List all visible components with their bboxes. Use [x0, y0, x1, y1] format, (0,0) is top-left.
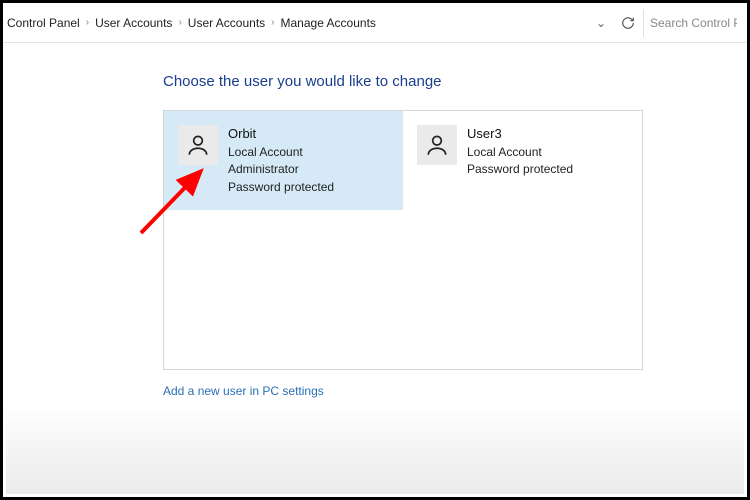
page-title: Choose the user you would like to change: [163, 73, 747, 90]
chevron-right-icon: ›: [271, 17, 274, 28]
add-user-link[interactable]: Add a new user in PC settings: [163, 384, 324, 398]
accounts-list: Orbit Local Account Administrator Passwo…: [163, 110, 643, 370]
main-content: Choose the user you would like to change…: [3, 43, 747, 400]
account-type: Local Account: [467, 144, 573, 161]
bottom-fade: [6, 404, 744, 494]
search-box[interactable]: [643, 9, 743, 37]
avatar: [178, 125, 218, 165]
account-tile-selected[interactable]: Orbit Local Account Administrator Passwo…: [164, 111, 403, 210]
refresh-icon[interactable]: [619, 14, 637, 32]
account-role: Administrator: [228, 161, 334, 178]
account-details: User3 Local Account Password protected: [467, 125, 573, 179]
chevron-down-icon[interactable]: ⌄: [593, 16, 609, 30]
account-tile[interactable]: User3 Local Account Password protected: [403, 111, 642, 193]
breadcrumb-item[interactable]: Manage Accounts: [281, 16, 376, 30]
nav-controls: ⌄: [593, 14, 637, 32]
account-name: User3: [467, 125, 573, 144]
user-icon: [424, 132, 450, 158]
chevron-right-icon: ›: [178, 17, 181, 28]
breadcrumb-item[interactable]: User Accounts: [188, 16, 265, 30]
address-bar: Control Panel › User Accounts › User Acc…: [3, 3, 747, 43]
breadcrumb: Control Panel › User Accounts › User Acc…: [7, 16, 593, 30]
account-type: Local Account: [228, 144, 334, 161]
breadcrumb-item[interactable]: User Accounts: [95, 16, 172, 30]
account-password-status: Password protected: [228, 179, 334, 196]
avatar: [417, 125, 457, 165]
account-password-status: Password protected: [467, 161, 573, 178]
user-icon: [185, 132, 211, 158]
account-name: Orbit: [228, 125, 334, 144]
account-details: Orbit Local Account Administrator Passwo…: [228, 125, 334, 196]
search-input[interactable]: [650, 16, 737, 30]
chevron-right-icon: ›: [86, 17, 89, 28]
breadcrumb-item[interactable]: Control Panel: [7, 16, 80, 30]
